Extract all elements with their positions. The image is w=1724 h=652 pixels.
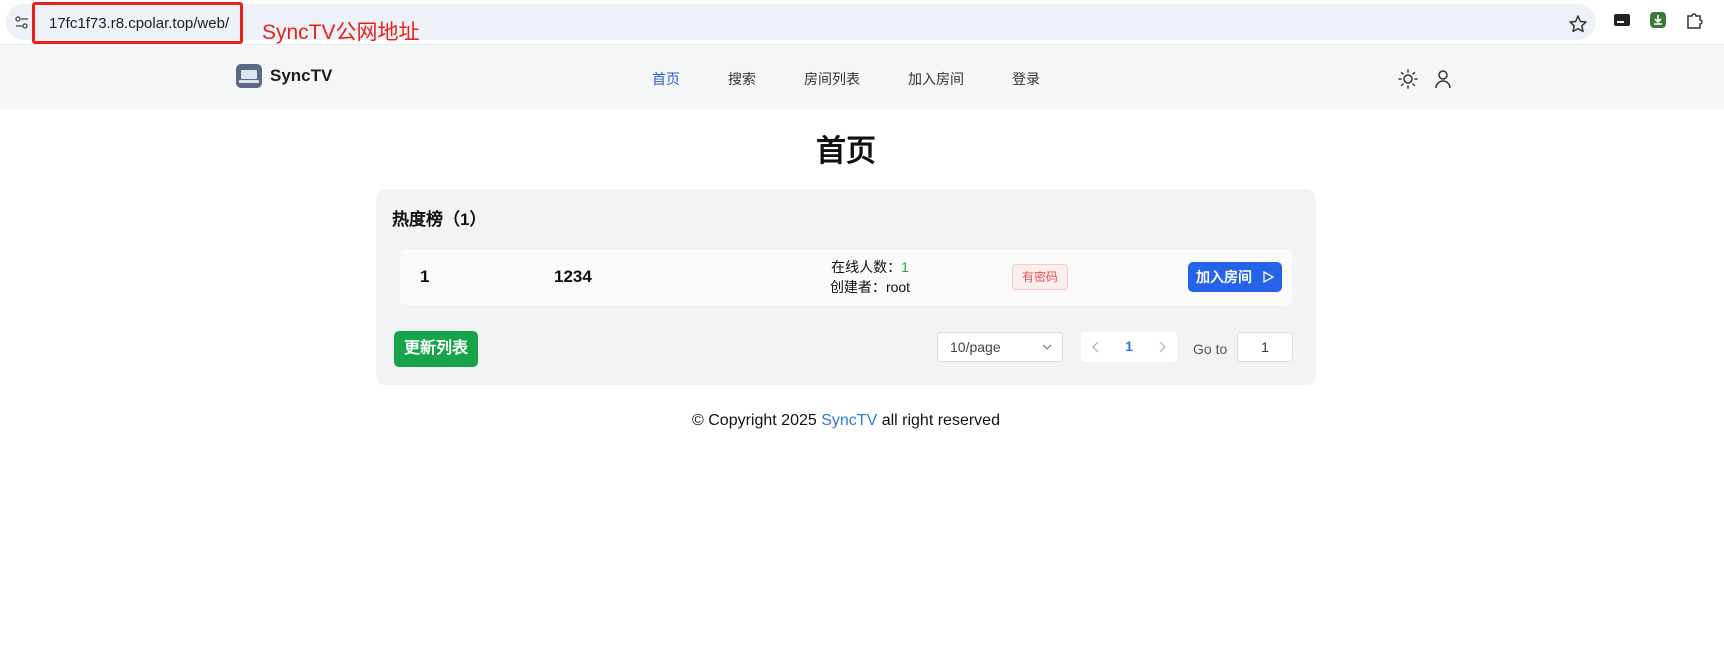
user-icon[interactable] xyxy=(1434,69,1452,89)
bookmark-star-icon[interactable] xyxy=(1568,14,1588,34)
online-count: 1 xyxy=(901,259,909,275)
nav-home[interactable]: 首页 xyxy=(652,69,680,89)
hot-list-card: 热度榜（1） 1 1234 在线人数：1 创建者：root 有密码 加入房间 更… xyxy=(376,189,1316,385)
page-size-value: 10/page xyxy=(950,339,1001,355)
join-room-label: 加入房间 xyxy=(1196,269,1253,285)
goto-page-input[interactable] xyxy=(1237,332,1293,362)
creator-name: root xyxy=(885,279,911,295)
logo-icon xyxy=(236,64,262,88)
nav-room-list[interactable]: 房间列表 xyxy=(804,69,860,89)
address-bar[interactable]: 17fc1f73.r8.cpolar.top/web/ xyxy=(6,4,1596,40)
extensions-puzzle-icon[interactable] xyxy=(1684,10,1704,30)
online-label: 在线人数： xyxy=(831,259,902,275)
hot-list-title: 热度榜（1） xyxy=(392,210,487,229)
nav-login[interactable]: 登录 xyxy=(1012,69,1040,89)
refresh-list-button[interactable]: 更新列表 xyxy=(394,331,478,367)
footer-link[interactable]: SyncTV xyxy=(821,412,877,429)
pagination: 1 xyxy=(1081,332,1177,362)
site-settings-icon[interactable] xyxy=(14,15,30,31)
annotation-label: SyncTV公网地址 xyxy=(262,21,420,44)
online-info: 在线人数：1 xyxy=(800,257,940,277)
room-name: 1234 xyxy=(554,267,592,286)
goto-label: Go to xyxy=(1193,341,1228,357)
password-badge: 有密码 xyxy=(1012,264,1069,290)
url-highlight-box xyxy=(32,2,243,44)
footer-copyright: © Copyright 2025 xyxy=(692,412,817,429)
page-title: 首页 xyxy=(816,135,876,168)
footer: © Copyright 2025 SyncTV all right reserv… xyxy=(0,412,1692,430)
room-row: 1 1234 在线人数：1 创建者：root 有密码 加入房间 xyxy=(400,249,1292,305)
page-number-current[interactable]: 1 xyxy=(1121,338,1137,354)
nav-join-room[interactable]: 加入房间 xyxy=(908,69,964,89)
site-header: SyncTV 首页 搜索 房间列表 加入房间 登录 xyxy=(0,44,1724,109)
room-rank: 1 xyxy=(420,267,430,286)
extension-terminal-icon[interactable] xyxy=(1612,10,1632,30)
chevron-right-icon[interactable] xyxy=(1157,341,1167,353)
extension-download-icon[interactable] xyxy=(1648,10,1668,30)
footer-suffix: all right reserved xyxy=(881,412,1000,429)
chevron-down-icon xyxy=(1042,344,1052,350)
creator-label: 创建者： xyxy=(829,279,886,295)
chevron-left-icon[interactable] xyxy=(1091,341,1101,353)
play-icon xyxy=(1263,270,1275,284)
sun-theme-icon[interactable] xyxy=(1398,69,1418,89)
browser-toolbar: 17fc1f73.r8.cpolar.top/web/ SyncTV公网地址 xyxy=(0,0,1724,44)
nav-search[interactable]: 搜索 xyxy=(728,69,756,89)
creator-info: 创建者：root xyxy=(800,277,940,297)
logo[interactable]: SyncTV xyxy=(236,64,332,88)
room-info: 在线人数：1 创建者：root xyxy=(800,257,940,297)
logo-text: SyncTV xyxy=(270,66,333,85)
page-size-select[interactable]: 10/page xyxy=(937,332,1063,362)
join-room-button[interactable]: 加入房间 xyxy=(1188,262,1282,292)
